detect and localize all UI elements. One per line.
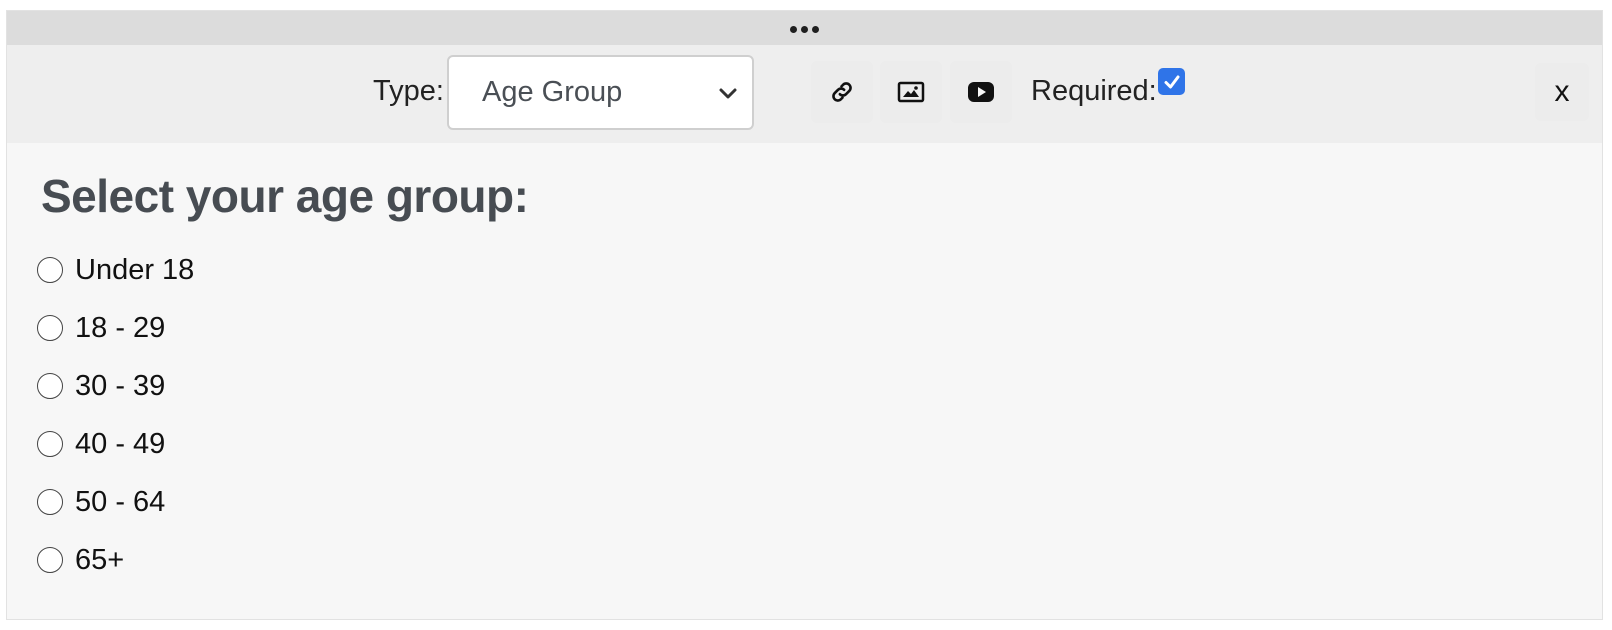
required-label: Required: [1031,75,1157,107]
radio-button[interactable] [37,315,63,341]
radio-button[interactable] [37,373,63,399]
type-label: Type: [373,75,444,107]
option-label: 30 - 39 [75,369,166,402]
chevron-down-icon [719,88,737,99]
drag-handle[interactable] [7,11,1602,45]
option-label: 40 - 49 [75,427,166,460]
type-select[interactable]: Age Group [447,55,754,130]
radio-button[interactable] [37,431,63,457]
option-under-18[interactable]: Under 18 [37,241,194,299]
question-toolbar: Type: Age Group Required: x [7,45,1602,143]
option-label: Under 18 [75,253,195,286]
option-50-64[interactable]: 50 - 64 [37,473,194,531]
option-label: 18 - 29 [75,311,166,344]
required-checkbox[interactable] [1158,68,1185,95]
close-button[interactable]: x [1535,63,1589,121]
radio-button[interactable] [37,257,63,283]
option-18-29[interactable]: 18 - 29 [37,299,194,357]
question-card: Type: Age Group Required: x Select your … [6,10,1603,620]
option-65-plus[interactable]: 65+ [37,531,194,589]
option-40-49[interactable]: 40 - 49 [37,415,194,473]
option-list: Under 18 18 - 29 30 - 39 40 - 49 50 - 64… [37,241,194,589]
option-label: 50 - 64 [75,485,166,518]
checkmark-icon [1164,75,1179,88]
radio-button[interactable] [37,547,63,573]
option-label: 65+ [75,543,125,576]
add-video-button[interactable] [950,61,1012,123]
image-icon [897,81,925,103]
link-icon [832,82,852,102]
more-dots-icon [790,25,819,33]
option-30-39[interactable]: 30 - 39 [37,357,194,415]
add-image-button[interactable] [880,61,942,123]
type-select-value: Age Group [482,76,623,108]
youtube-icon [968,82,994,102]
radio-button[interactable] [37,489,63,515]
question-title: Select your age group: [41,170,529,222]
add-link-button[interactable] [811,61,873,123]
